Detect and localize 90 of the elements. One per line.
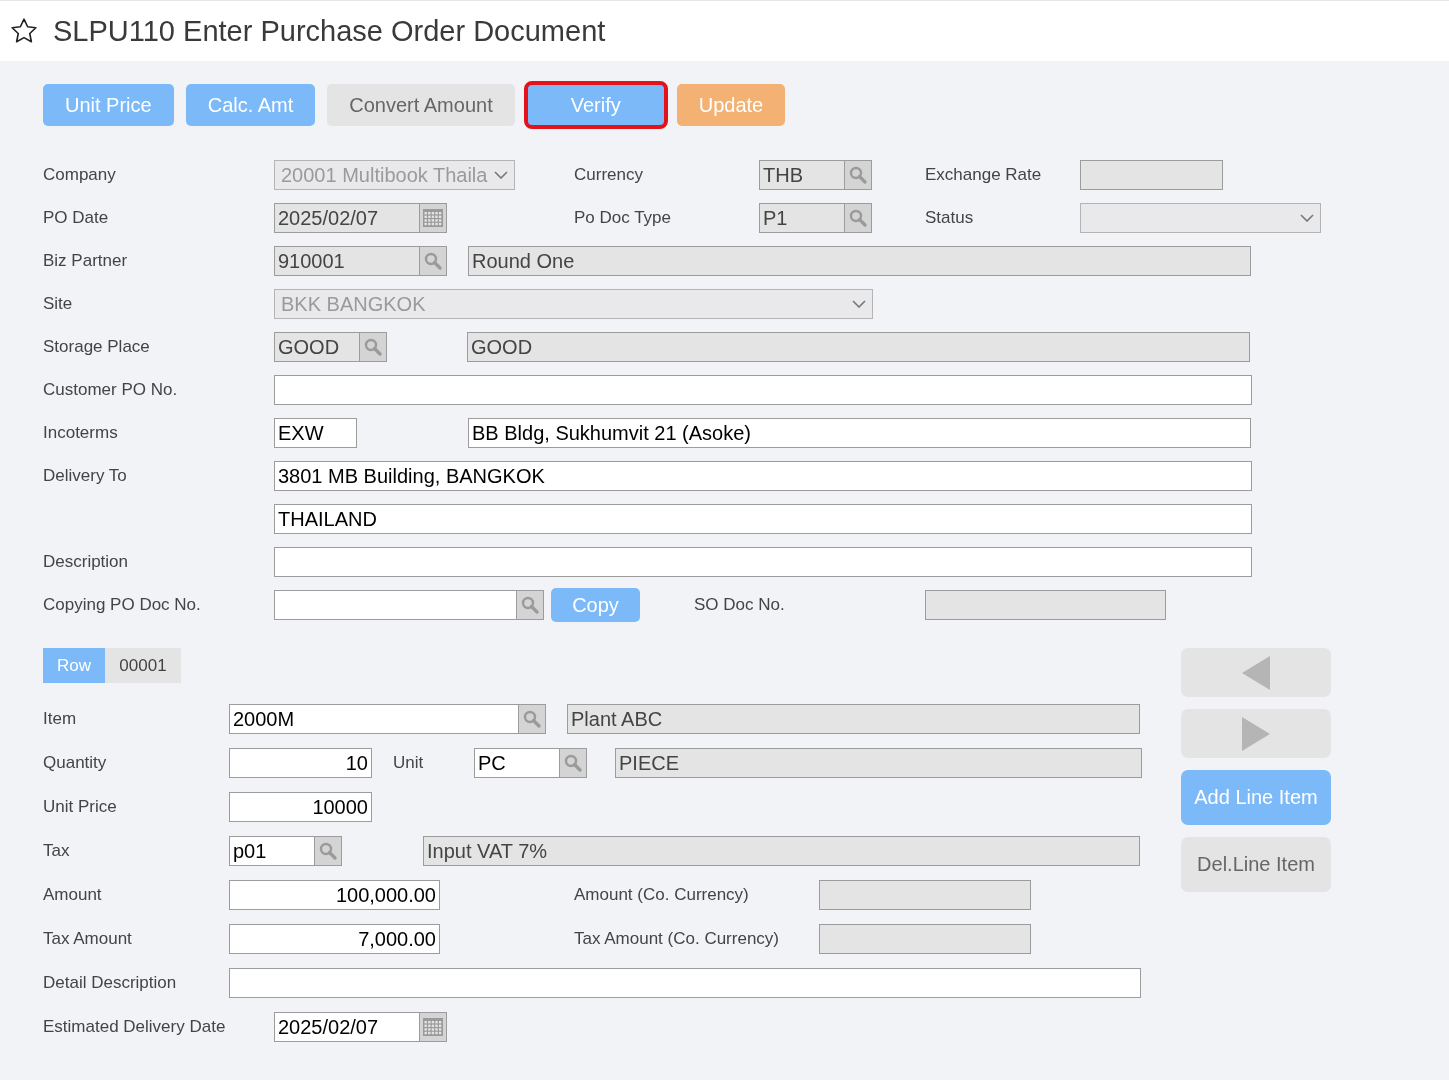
search-button[interactable] [844, 203, 872, 233]
text-field[interactable]: BB Bldg, Sukhumvit 21 (Asoke) [468, 418, 1251, 448]
text-field[interactable]: 100,000.00 [229, 880, 440, 910]
input-field[interactable]: P1 [759, 203, 844, 233]
text-field[interactable]: Plant ABC [567, 704, 1140, 734]
chevron-down-icon [1300, 214, 1314, 222]
text-field[interactable]: 7,000.00 [229, 924, 440, 954]
input-field[interactable]: PC [474, 748, 559, 778]
search-button[interactable] [559, 748, 587, 778]
text-field[interactable]: Input VAT 7% [423, 836, 1140, 866]
field-label: Storage Place [43, 337, 151, 357]
input-field[interactable] [274, 590, 516, 620]
calendar-button[interactable] [419, 203, 447, 233]
field-label: Delivery To [43, 466, 128, 486]
text-field[interactable]: THAILAND [274, 504, 1252, 534]
calendar-icon [423, 209, 443, 227]
text-field[interactable]: 3801 MB Building, BANGKOK [274, 461, 1252, 491]
chevron-down-icon [852, 300, 866, 308]
right-triangle-icon [1242, 716, 1270, 751]
field-label: Exchange Rate [925, 165, 1043, 185]
field-label: Biz Partner [43, 251, 129, 271]
field-label: Customer PO No. [43, 380, 179, 400]
star-icon[interactable] [9, 16, 39, 46]
field-label: Copying PO Doc No. [43, 595, 202, 615]
input-field[interactable]: 2025/02/07 [274, 203, 419, 233]
text-field[interactable] [229, 968, 1141, 998]
search-icon [849, 166, 867, 184]
field-label: Tax [43, 841, 71, 861]
field-label: Site [43, 294, 74, 314]
field-label: PO Date [43, 208, 110, 228]
field-label: Unit Price [43, 797, 118, 817]
field-label: Unit [393, 753, 425, 773]
field-label: Estimated Delivery Date [43, 1017, 227, 1037]
toolbar-button[interactable]: Convert Amount [327, 84, 515, 126]
field-label: Incoterms [43, 423, 119, 443]
field-label: Amount [43, 885, 103, 905]
search-icon [319, 842, 337, 860]
text-field[interactable] [819, 880, 1031, 910]
input-field[interactable]: THB [759, 160, 844, 190]
text-field[interactable]: 10 [229, 748, 372, 778]
input-field[interactable]: p01 [229, 836, 314, 866]
text-field[interactable]: Round One [468, 246, 1251, 276]
text-field[interactable]: 10000 [229, 792, 372, 822]
left-triangle-icon [1242, 655, 1270, 690]
field-label: Company [43, 165, 117, 185]
previous-button[interactable] [1181, 648, 1331, 697]
search-icon [364, 338, 382, 356]
input-field[interactable]: GOOD [274, 332, 359, 362]
field-label: Status [925, 208, 975, 228]
dropdown[interactable] [1080, 203, 1321, 233]
field-label: Detail Description [43, 973, 178, 993]
search-icon [424, 252, 442, 270]
row-number: 00001 [105, 648, 181, 683]
page-title: SLPU110 Enter Purchase Order Document [53, 14, 606, 48]
delete-line-button[interactable]: Del.Line Item [1181, 837, 1331, 892]
search-icon [521, 596, 539, 614]
calendar-button[interactable] [419, 1012, 447, 1042]
calendar-icon [423, 1018, 443, 1036]
field-label: Tax Amount [43, 929, 133, 949]
text-field[interactable]: PIECE [615, 748, 1142, 778]
text-field[interactable]: EXW [274, 418, 357, 448]
search-button[interactable] [844, 160, 872, 190]
search-button[interactable] [314, 836, 342, 866]
field-label: Amount (Co. Currency) [574, 885, 750, 905]
search-button[interactable] [518, 704, 546, 734]
field-label: Quantity [43, 753, 108, 773]
text-field[interactable] [925, 590, 1166, 620]
input-field[interactable]: 2025/02/07 [274, 1012, 419, 1042]
field-label: Po Doc Type [574, 208, 673, 228]
text-field[interactable] [274, 547, 1252, 577]
field-label: SO Doc No. [694, 595, 786, 615]
row-label: Row [43, 648, 105, 683]
field-label: Item [43, 709, 78, 729]
search-icon [523, 710, 541, 728]
input-field[interactable]: 2000M [229, 704, 518, 734]
text-field[interactable] [1080, 160, 1223, 190]
input-field[interactable]: 910001 [274, 246, 419, 276]
next-button[interactable] [1181, 709, 1331, 758]
search-button[interactable] [359, 332, 387, 362]
text-field[interactable] [819, 924, 1031, 954]
search-icon [849, 209, 867, 227]
field-label: Tax Amount (Co. Currency) [574, 929, 780, 949]
field-label: Description [43, 552, 130, 572]
chevron-down-icon [494, 171, 508, 179]
search-button[interactable] [516, 590, 544, 620]
text-field[interactable] [274, 375, 1252, 405]
search-button[interactable] [419, 246, 447, 276]
search-icon [564, 754, 582, 772]
field-label: Currency [574, 165, 644, 185]
text-field[interactable]: GOOD [467, 332, 1250, 362]
